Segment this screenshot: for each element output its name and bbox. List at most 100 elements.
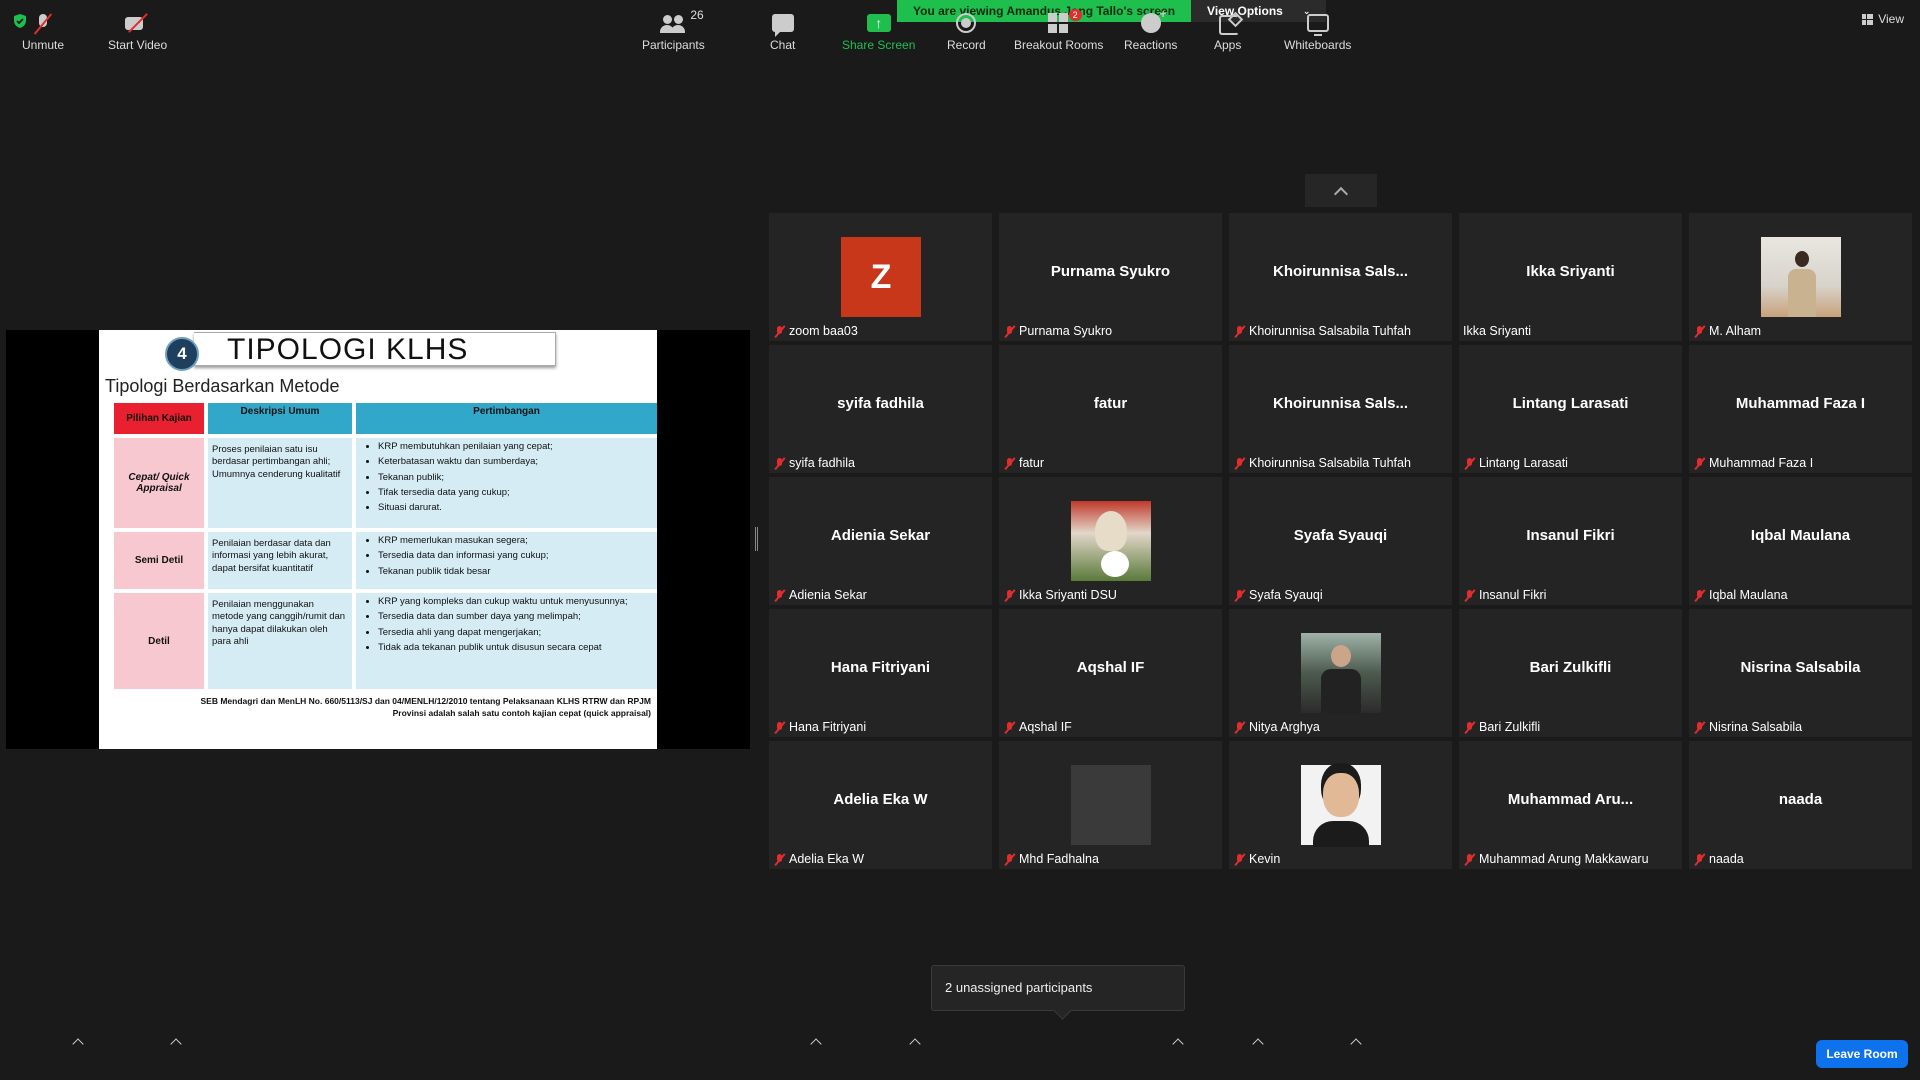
microphone-muted-icon — [32, 12, 54, 34]
participant-tile[interactable]: Insanul Fikri Insanul Fikri — [1459, 477, 1682, 605]
share-screen-icon: ↑ — [866, 14, 891, 32]
microphone-muted-icon — [1003, 457, 1016, 470]
microphone-muted-icon — [773, 853, 786, 866]
participant-tile[interactable]: Iqbal Maulana Iqbal Maulana — [1689, 477, 1912, 605]
microphone-muted-icon — [1233, 457, 1246, 470]
chat-button[interactable]: Chat — [770, 10, 795, 52]
shared-screen[interactable]: 4 TIPOLOGI KLHS Tipologi Berdasarkan Met… — [6, 330, 750, 749]
table-cell-points: KRP memerlukan masukan segera; Tersedia … — [356, 532, 657, 589]
participant-tile[interactable]: Kevin — [1229, 741, 1452, 869]
participant-tile[interactable]: Lintang Larasati Lintang Larasati — [1459, 345, 1682, 473]
participant-name: Aqshal IF — [1019, 720, 1072, 734]
table-cell-desc: Penilaian berdasar data dan informasi ya… — [208, 532, 352, 589]
participant-tile[interactable]: Mhd Fadhalna — [999, 741, 1222, 869]
footnote-line: SEB Mendagri dan MenLH No. 660/5113/SJ d… — [200, 696, 651, 706]
microphone-muted-icon — [1233, 325, 1246, 338]
table-cell-label: Cepat/ Quick Appraisal — [114, 438, 204, 528]
participant-name-label: Ikka Sriyanti — [1463, 324, 1531, 338]
participant-tile[interactable]: Ikka Sriyanti Ikka Sriyanti — [1459, 213, 1682, 341]
split-divider-handle[interactable] — [755, 527, 758, 551]
apps-label: Apps — [1214, 38, 1242, 52]
microphone-muted-icon — [1003, 721, 1016, 734]
apps-icon — [1217, 13, 1239, 35]
participant-display-name: Muhammad Aru... — [1507, 791, 1634, 808]
leave-room-button[interactable]: Leave Room — [1816, 1040, 1908, 1068]
participant-display-name: Lintang Larasati — [1512, 395, 1629, 412]
reactions-button[interactable]: Reactions — [1124, 7, 1177, 52]
video-off-icon — [124, 13, 151, 33]
participant-name: Adelia Eka W — [789, 852, 865, 866]
participant-tile[interactable]: Nitya Arghya — [1229, 609, 1452, 737]
slide-title: TIPOLOGI KLHS — [227, 333, 469, 366]
participant-tile[interactable]: Nisrina Salsabila Nisrina Salsabila — [1689, 609, 1912, 737]
participant-name: Ikka Sriyanti — [1463, 324, 1532, 338]
footnote-line: Provinsi adalah salah satu contoh kajian… — [392, 707, 651, 718]
participant-name-label: Muhammad Faza I — [1693, 456, 1813, 470]
participant-tile[interactable]: Zzoom baa03 — [769, 213, 992, 341]
participant-tile[interactable]: Muhammad Aru... Muhammad Arung Makkawaru — [1459, 741, 1682, 869]
participant-tile[interactable]: Muhammad Faza I Muhammad Faza I — [1689, 345, 1912, 473]
participant-tile[interactable]: Bari Zulkifli Bari Zulkifli — [1459, 609, 1682, 737]
list-item: Tersedia data dan sumber daya yang melim… — [378, 611, 653, 623]
participant-tile[interactable]: Ikka Sriyanti DSU — [999, 477, 1222, 605]
record-button[interactable]: Record — [947, 10, 986, 52]
chat-bubble-icon — [771, 14, 794, 37]
participant-tile[interactable]: Aqshal IF Aqshal IF — [999, 609, 1222, 737]
participant-name: Adienia Sekar — [789, 588, 867, 602]
participant-tile[interactable]: Hana Fitriyani Hana Fitriyani — [769, 609, 992, 737]
reactions-icon — [1140, 7, 1167, 33]
whiteboards-button[interactable]: Whiteboards — [1284, 10, 1351, 52]
participant-display-name: Insanul Fikri — [1526, 527, 1615, 544]
view-button[interactable]: View — [1862, 12, 1904, 26]
list-item: KRP memerlukan masukan segera; — [378, 535, 653, 547]
participant-name-label: Hana Fitriyani — [773, 720, 866, 734]
participant-tile[interactable]: syifa fadhila syifa fadhila — [769, 345, 992, 473]
participant-name-label: Nitya Arghya — [1233, 720, 1320, 734]
participant-name-label: Khoirunnisa Salsabila Tuhfah — [1233, 324, 1411, 338]
participant-name-label: Ikka Sriyanti DSU — [1003, 588, 1117, 602]
participant-tile[interactable]: fatur fatur — [999, 345, 1222, 473]
microphone-muted-icon — [1003, 853, 1016, 866]
participant-name: fatur — [1019, 456, 1045, 470]
list-item: Tidak ada tekanan publik untuk disusun s… — [378, 642, 653, 654]
participant-tile[interactable]: Purnama Syukro Purnama Syukro — [999, 213, 1222, 341]
share-screen-button[interactable]: ↑ Share Screen — [842, 10, 915, 52]
collapse-gallery-button[interactable] — [1305, 174, 1377, 207]
apps-button[interactable]: Apps — [1214, 10, 1241, 52]
participant-name: Kevin — [1249, 852, 1281, 866]
participants-button[interactable]: 26 Participants — [642, 8, 705, 52]
participant-name-label: Insanul Fikri — [1463, 588, 1546, 602]
participant-name: Khoirunnisa Salsabila Tuhfah — [1249, 456, 1411, 470]
table-header-row: Pilihan Kajian Deskripsi Umum Pertimbang… — [114, 403, 657, 434]
microphone-muted-icon — [1693, 457, 1706, 470]
participant-tile[interactable]: naada naada — [1689, 741, 1912, 869]
participant-name-label: syifa fadhila — [773, 456, 855, 470]
participant-tile[interactable]: Syafa Syauqi Syafa Syauqi — [1229, 477, 1452, 605]
microphone-muted-icon — [1463, 589, 1476, 602]
participant-display-name: Ikka Sriyanti — [1526, 263, 1615, 280]
breakout-rooms-button[interactable]: 2 Breakout Rooms — [1014, 9, 1103, 52]
participant-tile[interactable]: M. Alham — [1689, 213, 1912, 341]
participant-display-name: Purnama Syukro — [1050, 263, 1171, 280]
participant-name-label: naada — [1693, 852, 1744, 866]
participant-display-name: fatur — [1093, 395, 1128, 412]
table-cell-label: Detil — [114, 593, 204, 689]
start-video-button[interactable]: Start Video — [108, 10, 167, 52]
presentation-slide: 4 TIPOLOGI KLHS Tipologi Berdasarkan Met… — [99, 330, 657, 749]
participant-video — [1301, 765, 1381, 847]
microphone-muted-icon — [1463, 853, 1476, 866]
chat-label: Chat — [770, 38, 796, 52]
record-icon — [956, 13, 977, 33]
unmute-button[interactable]: Unmute — [22, 10, 64, 52]
list-item: KRP yang kompleks dan cukup waktu untuk … — [378, 596, 653, 608]
record-label: Record — [947, 38, 986, 52]
participant-tile[interactable]: Khoirunnisa Sals... Khoirunnisa Salsabila… — [1229, 345, 1452, 473]
table-cell-label: Semi Detil — [114, 532, 204, 589]
participant-name: zoom baa03 — [789, 324, 858, 338]
participant-tile[interactable]: Adelia Eka W Adelia Eka W — [769, 741, 992, 869]
participant-name-label: Khoirunnisa Salsabila Tuhfah — [1233, 456, 1411, 470]
participant-tile[interactable]: Adienia Sekar Adienia Sekar — [769, 477, 992, 605]
table-row: Detil Penilaian menggunakan metode yang … — [114, 593, 657, 689]
participant-display-name: Khoirunnisa Sals... — [1272, 395, 1409, 412]
participant-tile[interactable]: Khoirunnisa Sals... Khoirunnisa Salsabila… — [1229, 213, 1452, 341]
